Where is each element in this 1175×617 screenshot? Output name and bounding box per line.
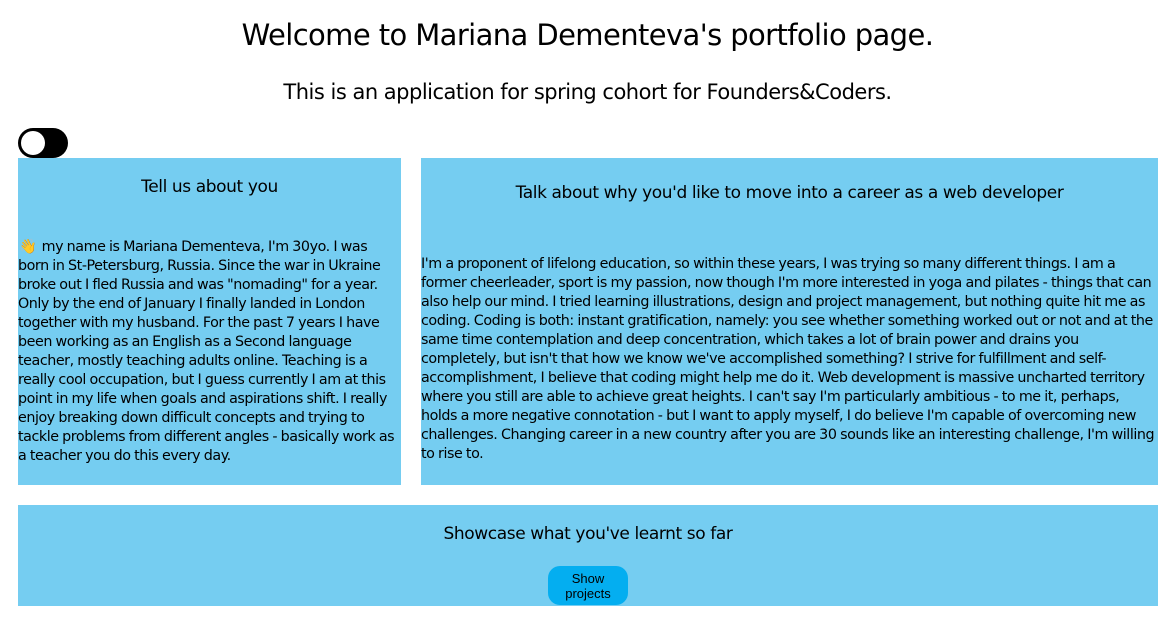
toggle-knob bbox=[21, 131, 45, 155]
show-projects-button[interactable]: Show projects bbox=[548, 566, 628, 605]
career-card: Talk about why you'd like to move into a… bbox=[421, 158, 1158, 485]
career-heading: Talk about why you'd like to move into a… bbox=[515, 183, 1064, 203]
showcase-card: Showcase what you've learnt so far Show … bbox=[18, 505, 1158, 606]
page-subtitle: This is an application for spring cohort… bbox=[283, 80, 892, 104]
showcase-heading: Showcase what you've learnt so far bbox=[443, 524, 733, 544]
theme-toggle[interactable] bbox=[18, 128, 68, 158]
waving-hand-icon: 👋 bbox=[19, 239, 37, 255]
about-body: my name is Mariana Dementeva, I'm 30yo. … bbox=[18, 239, 395, 464]
page-title: Welcome to Mariana Dementeva's portfolio… bbox=[241, 18, 934, 52]
career-text: I'm a proponent of lifelong education, s… bbox=[421, 256, 1155, 462]
about-text: 👋 my name is Mariana Dementeva, I'm 30yo… bbox=[18, 238, 401, 466]
about-heading: Tell us about you bbox=[141, 177, 278, 197]
about-card: Tell us about you 👋 my name is Mariana D… bbox=[18, 158, 401, 485]
portfolio-page: Welcome to Mariana Dementeva's portfolio… bbox=[0, 0, 1175, 617]
